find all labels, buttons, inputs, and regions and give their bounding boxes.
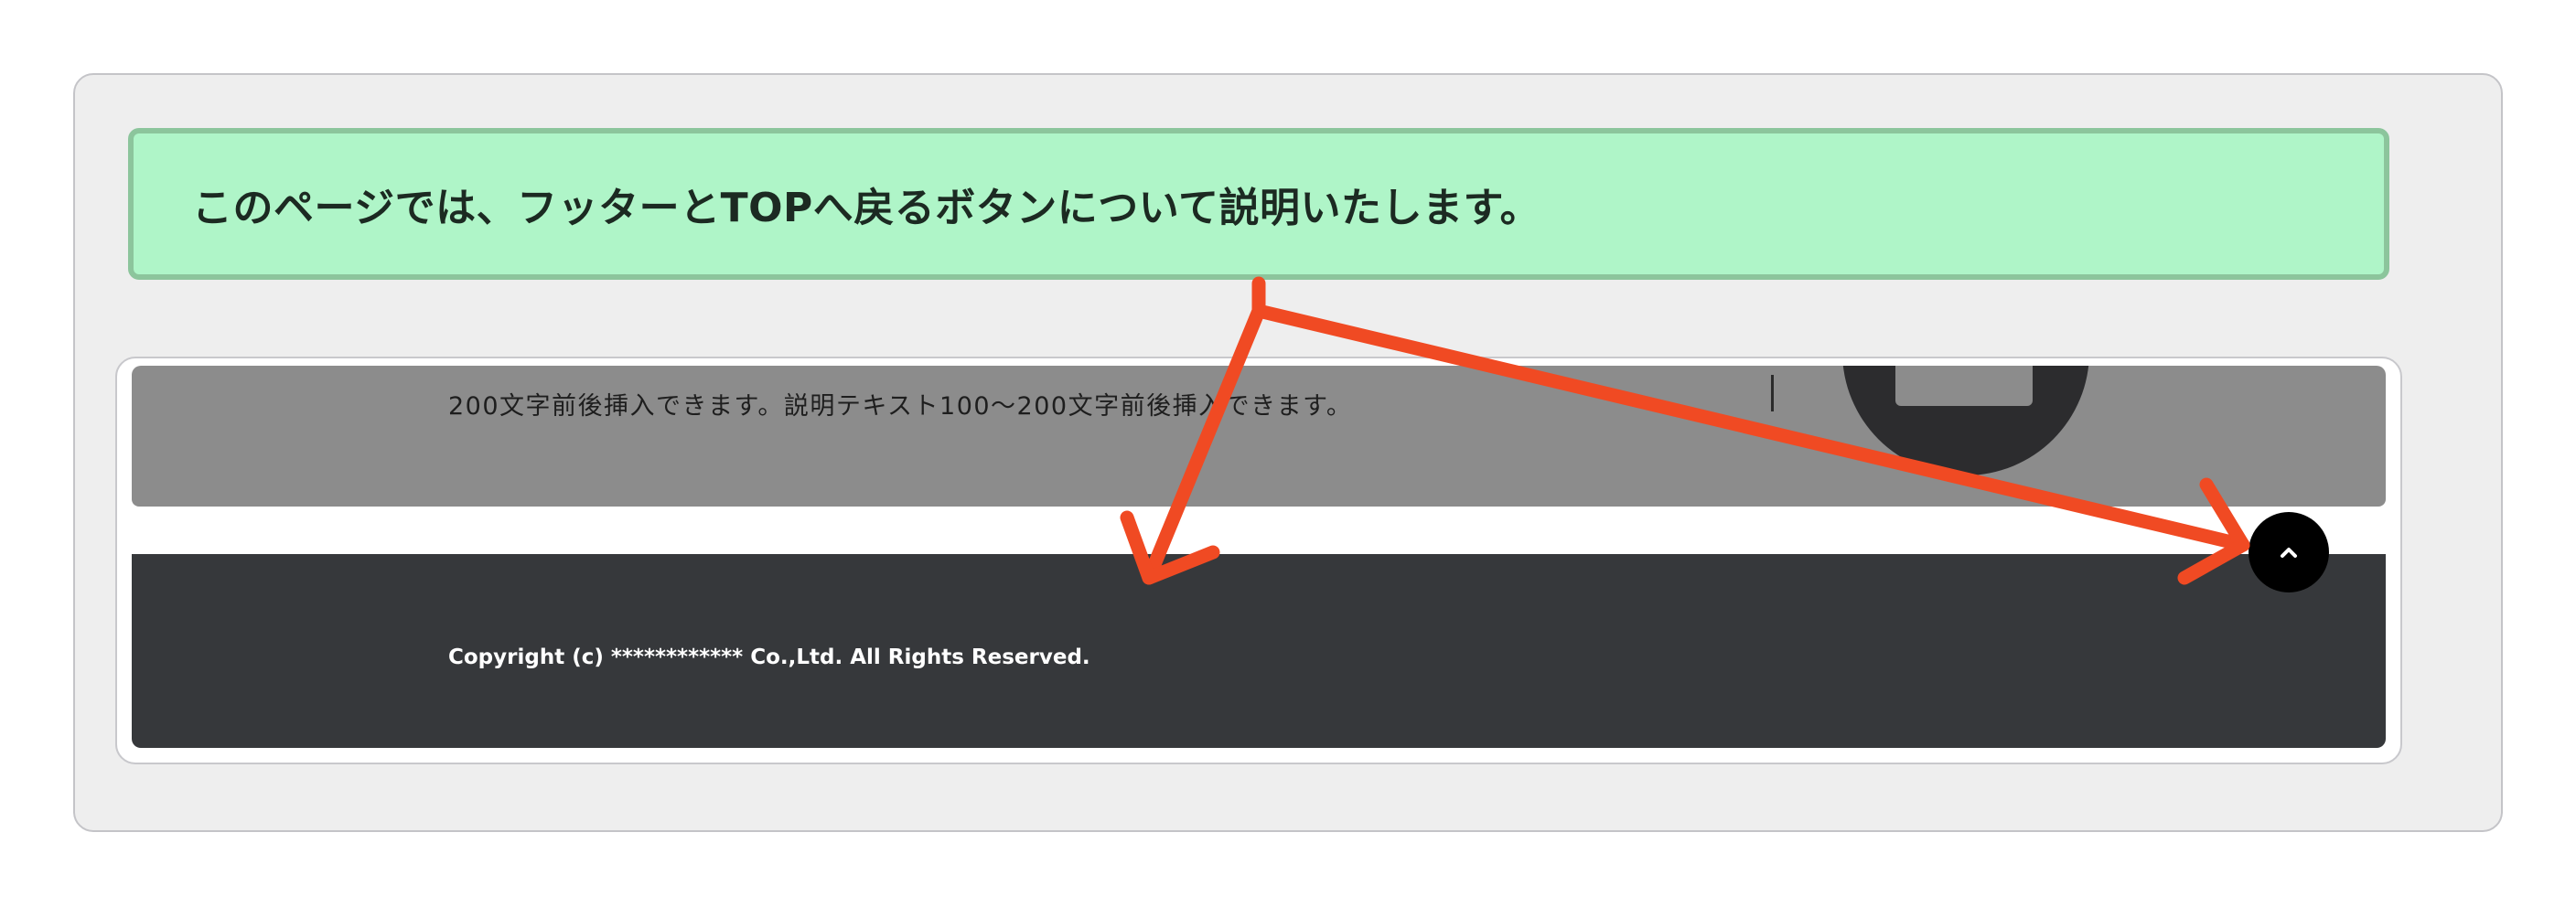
back-to-top-button[interactable] <box>2249 512 2329 592</box>
vertical-divider <box>1771 375 1774 411</box>
decorative-circle <box>1842 366 2089 475</box>
section-description: 200文字前後挿入できます。説明テキスト100〜200文字前後挿入できます。 <box>448 392 1353 421</box>
copyright-text: Copyright (c) ************ Co.,Ltd. All … <box>448 646 1090 669</box>
site-footer: Copyright (c) ************ Co.,Ltd. All … <box>132 554 2386 748</box>
chevron-up-icon <box>2281 548 2297 558</box>
content-section: 200文字前後挿入できます。説明テキスト100〜200文字前後挿入できます。 <box>132 366 2386 507</box>
callout-text: このページでは、フッターとTOPへ戻るボタンについて説明いたします。 <box>192 185 1541 231</box>
circle-notch <box>1895 366 2033 406</box>
explanation-callout: このページでは、フッターとTOPへ戻るボタンについて説明いたします。 <box>128 128 2389 280</box>
